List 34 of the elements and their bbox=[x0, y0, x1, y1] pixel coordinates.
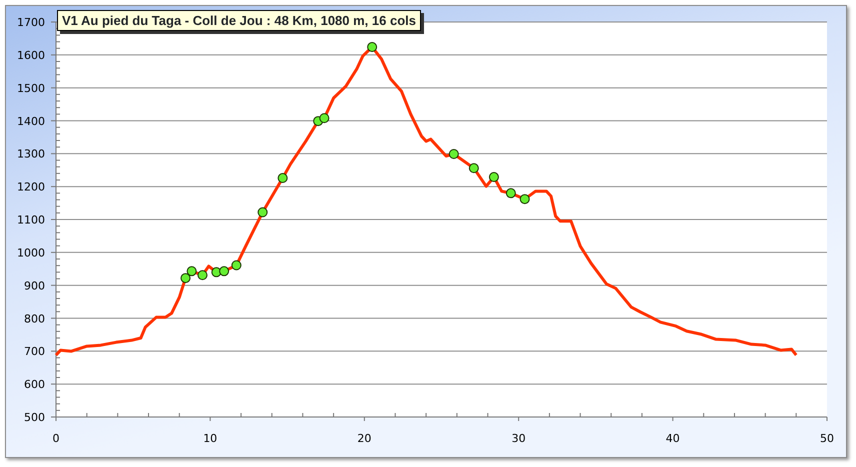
axis-label: 1100 bbox=[17, 214, 45, 226]
col-marker bbox=[186, 266, 197, 276]
col-marker bbox=[367, 42, 378, 52]
col-marker bbox=[468, 163, 479, 174]
col-marker bbox=[231, 260, 242, 270]
col-marker bbox=[180, 273, 191, 284]
axis-label: 50 bbox=[820, 432, 834, 445]
axis-label: 0 bbox=[52, 432, 60, 445]
axis-label: 1200 bbox=[17, 180, 45, 194]
axis-label: 600 bbox=[24, 378, 45, 392]
axis-label: 40 bbox=[666, 432, 680, 445]
axis-label: 800 bbox=[24, 312, 45, 326]
col-marker bbox=[278, 173, 288, 184]
axis-label: 500 bbox=[24, 411, 45, 424]
axis-label: 30 bbox=[512, 432, 526, 445]
col-marker bbox=[488, 172, 499, 182]
axis-label: 1300 bbox=[17, 148, 45, 161]
axis-label: 700 bbox=[24, 345, 45, 358]
col-marker bbox=[258, 207, 268, 218]
col-marker bbox=[219, 266, 230, 276]
col-marker bbox=[520, 194, 530, 204]
axis-label: 1400 bbox=[17, 114, 45, 128]
col-marker bbox=[448, 149, 459, 159]
col-marker bbox=[506, 188, 516, 198]
axis-label: 1000 bbox=[17, 246, 45, 260]
col-marker bbox=[198, 270, 208, 280]
axis-label: 20 bbox=[357, 432, 372, 445]
axis-label: 900 bbox=[24, 279, 45, 292]
axis-label: 10 bbox=[203, 432, 218, 445]
axis-label: 1600 bbox=[17, 48, 45, 62]
chart-title: V1 Au pied du Taga - Coll de Jou : 48 Km, 1080 m, 16 cols bbox=[57, 10, 421, 31]
col-marker bbox=[319, 113, 330, 124]
axis-label: 1500 bbox=[17, 82, 45, 95]
axis-label: 1700 bbox=[17, 16, 45, 29]
